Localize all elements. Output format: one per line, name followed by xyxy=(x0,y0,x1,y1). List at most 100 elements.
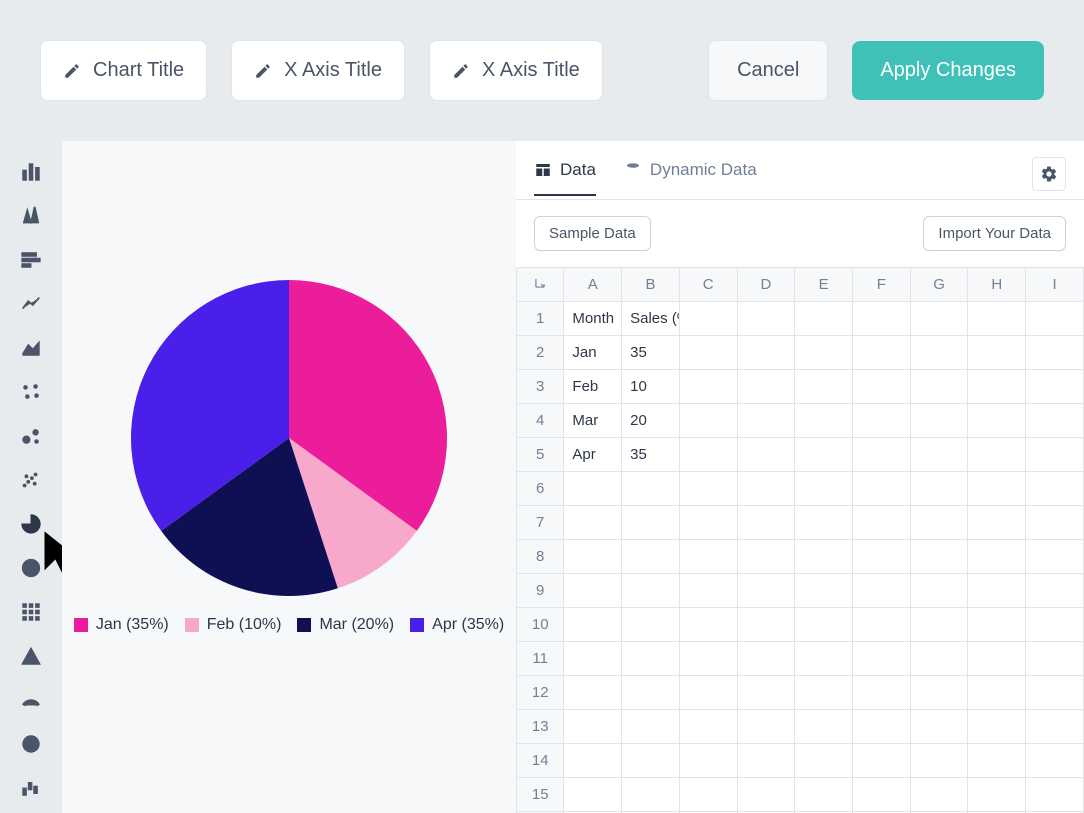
cell[interactable] xyxy=(795,574,853,608)
cell[interactable]: Feb xyxy=(564,370,622,404)
cell[interactable] xyxy=(737,472,795,506)
cell[interactable] xyxy=(910,472,968,506)
cell[interactable] xyxy=(679,574,737,608)
sidebar-hbar-chart-icon[interactable] xyxy=(18,247,44,273)
cell[interactable] xyxy=(910,540,968,574)
cell[interactable] xyxy=(910,302,968,336)
tab-data[interactable]: Data xyxy=(534,160,596,196)
cell[interactable] xyxy=(679,540,737,574)
sidebar-donut-icon[interactable] xyxy=(18,555,44,581)
cell[interactable] xyxy=(622,540,680,574)
sidebar-bar-chart-icon[interactable] xyxy=(18,159,44,185)
cell[interactable] xyxy=(795,710,853,744)
cell[interactable] xyxy=(622,642,680,676)
cell[interactable] xyxy=(737,540,795,574)
row-header[interactable]: 3 xyxy=(517,370,564,404)
cell[interactable] xyxy=(795,778,853,812)
cell[interactable] xyxy=(622,472,680,506)
cell[interactable] xyxy=(853,404,911,438)
cell[interactable] xyxy=(564,676,622,710)
cell[interactable] xyxy=(853,574,911,608)
cell[interactable] xyxy=(1026,506,1084,540)
cell[interactable] xyxy=(910,404,968,438)
cell[interactable] xyxy=(737,744,795,778)
cell[interactable] xyxy=(737,506,795,540)
cell[interactable] xyxy=(853,472,911,506)
cell[interactable] xyxy=(910,744,968,778)
cell[interactable] xyxy=(737,302,795,336)
cell[interactable] xyxy=(968,438,1026,472)
cell[interactable] xyxy=(1026,472,1084,506)
cell[interactable] xyxy=(1026,540,1084,574)
cell[interactable] xyxy=(679,506,737,540)
cell[interactable] xyxy=(910,676,968,710)
cell[interactable] xyxy=(679,710,737,744)
cell[interactable] xyxy=(853,506,911,540)
cell[interactable] xyxy=(622,574,680,608)
xaxis2-input[interactable]: X Axis Title xyxy=(429,40,603,101)
cell[interactable] xyxy=(622,710,680,744)
cell[interactable] xyxy=(1026,710,1084,744)
cell[interactable] xyxy=(1026,642,1084,676)
cell[interactable] xyxy=(1026,438,1084,472)
xaxis1-input[interactable]: X Axis Title xyxy=(231,40,405,101)
cell[interactable] xyxy=(564,574,622,608)
row-header[interactable]: 2 xyxy=(517,336,564,370)
column-header[interactable]: B xyxy=(622,268,680,302)
cell[interactable] xyxy=(737,642,795,676)
row-header[interactable]: 6 xyxy=(517,472,564,506)
cell[interactable] xyxy=(622,744,680,778)
cell[interactable] xyxy=(968,506,1026,540)
column-header[interactable]: F xyxy=(853,268,911,302)
cell[interactable] xyxy=(910,778,968,812)
row-header[interactable]: 14 xyxy=(517,744,564,778)
sidebar-ring-icon[interactable] xyxy=(18,731,44,757)
row-header[interactable]: 9 xyxy=(517,574,564,608)
cell[interactable] xyxy=(795,336,853,370)
cell[interactable] xyxy=(910,506,968,540)
cell[interactable] xyxy=(795,404,853,438)
cell[interactable] xyxy=(795,642,853,676)
cell[interactable] xyxy=(795,472,853,506)
column-header[interactable]: C xyxy=(679,268,737,302)
cell[interactable] xyxy=(679,744,737,778)
cell[interactable]: 10 xyxy=(622,370,680,404)
cell[interactable] xyxy=(679,370,737,404)
cell[interactable] xyxy=(564,472,622,506)
cell[interactable] xyxy=(679,302,737,336)
cell[interactable] xyxy=(795,370,853,404)
cell[interactable] xyxy=(968,744,1026,778)
cell[interactable] xyxy=(622,676,680,710)
cell[interactable] xyxy=(968,336,1026,370)
cell[interactable] xyxy=(564,744,622,778)
cell[interactable] xyxy=(910,642,968,676)
cell[interactable] xyxy=(564,540,622,574)
cell[interactable] xyxy=(968,370,1026,404)
column-header[interactable]: H xyxy=(968,268,1026,302)
cell[interactable] xyxy=(737,676,795,710)
settings-button[interactable] xyxy=(1032,157,1066,191)
cell[interactable] xyxy=(910,574,968,608)
column-header[interactable]: G xyxy=(910,268,968,302)
import-data-button[interactable]: Import Your Data xyxy=(923,216,1066,251)
cell[interactable] xyxy=(853,336,911,370)
row-header[interactable]: 12 xyxy=(517,676,564,710)
cell[interactable] xyxy=(795,608,853,642)
cell[interactable] xyxy=(564,608,622,642)
cell[interactable] xyxy=(737,370,795,404)
cell[interactable] xyxy=(622,608,680,642)
spreadsheet[interactable]: ABCDEFGHI1MonthSales (%)2Jan353Feb104Mar… xyxy=(516,267,1084,813)
cell[interactable]: 35 xyxy=(622,336,680,370)
cell[interactable] xyxy=(853,710,911,744)
cell[interactable] xyxy=(679,676,737,710)
cell[interactable] xyxy=(564,642,622,676)
cell[interactable] xyxy=(564,506,622,540)
cell[interactable]: 35 xyxy=(622,438,680,472)
row-header[interactable]: 15 xyxy=(517,778,564,812)
row-header[interactable]: 11 xyxy=(517,642,564,676)
cell[interactable] xyxy=(564,778,622,812)
row-header[interactable]: 13 xyxy=(517,710,564,744)
sidebar-bubble-icon[interactable] xyxy=(18,423,44,449)
cell[interactable] xyxy=(795,744,853,778)
cell[interactable] xyxy=(968,540,1026,574)
